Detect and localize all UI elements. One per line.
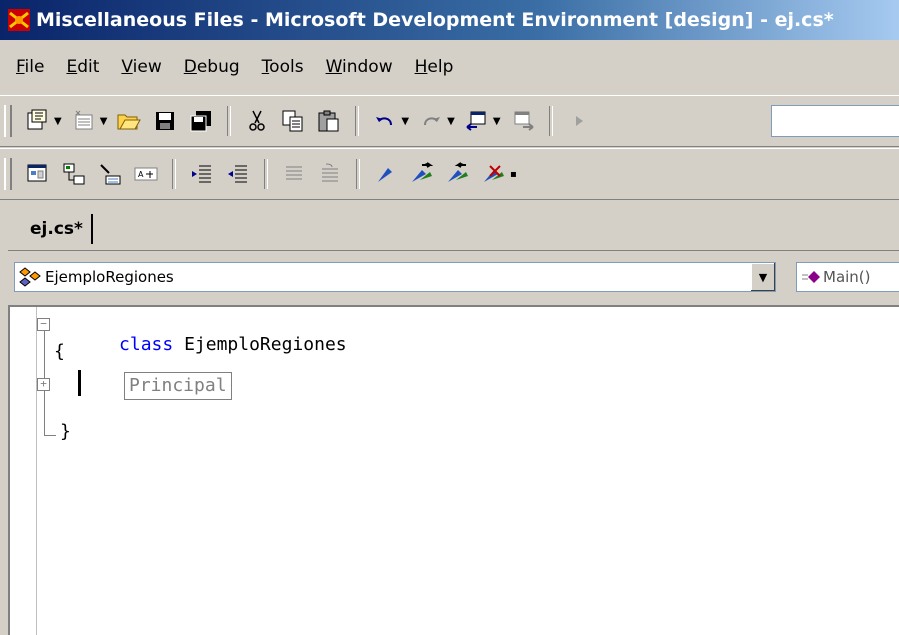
new-project-dropdown-icon[interactable]: ▼: [54, 116, 62, 127]
chevron-down-icon: ▼: [758, 270, 768, 284]
redo-icon[interactable]: [416, 106, 446, 136]
copy-icon[interactable]: [278, 106, 308, 136]
open-brace-line: {: [54, 341, 65, 362]
task-list-icon[interactable]: [95, 159, 125, 189]
indent-increase-icon[interactable]: [223, 159, 253, 189]
class-name: EjemploRegiones: [184, 334, 347, 355]
document-area: ej.cs* EjemploRegiones ▼ Main() − class …: [8, 202, 899, 635]
class-selector[interactable]: EjemploRegiones ▼: [14, 262, 776, 292]
class-view-icon[interactable]: [59, 159, 89, 189]
comment-icon[interactable]: [279, 159, 309, 189]
menu-debug[interactable]: Debug: [184, 57, 240, 77]
toolbar-overflow-icon[interactable]: ▪: [510, 169, 517, 180]
toolbar-grip[interactable]: [4, 105, 12, 137]
start-icon[interactable]: [564, 106, 594, 136]
save-icon[interactable]: [150, 106, 180, 136]
indent-decrease-icon[interactable]: [187, 159, 217, 189]
class-declaration-line: class EjemploRegiones: [54, 313, 347, 376]
tab-ej-cs[interactable]: ej.cs*: [22, 214, 93, 244]
expand-region-icon[interactable]: +: [37, 378, 50, 391]
toolbar-separator: [548, 106, 553, 136]
standard-toolbar: ▼ ▼ ▼ ▼ ▼: [0, 95, 899, 147]
navigation-bar: EjemploRegiones ▼ Main(): [8, 255, 899, 303]
code-editor[interactable]: − class EjemploRegiones { + Principal }: [8, 305, 899, 635]
menu-view[interactable]: View: [121, 57, 161, 77]
navigate-backward-dropdown-icon[interactable]: ▼: [493, 116, 501, 127]
undo-dropdown-icon[interactable]: ▼: [401, 116, 409, 127]
member-selector[interactable]: Main(): [796, 262, 899, 292]
title-bar: Miscellaneous Files - Microsoft Developm…: [0, 0, 899, 40]
navigate-backward-icon[interactable]: [462, 106, 492, 136]
toolbar-separator: [227, 106, 232, 136]
new-project-icon[interactable]: [23, 106, 53, 136]
menu-bar: File Edit View Debug Tools Window Help: [0, 40, 899, 93]
redo-dropdown-icon[interactable]: ▼: [447, 116, 455, 127]
text-caret: [78, 370, 81, 396]
toolbar-grip[interactable]: [4, 158, 12, 190]
cut-icon[interactable]: [242, 106, 272, 136]
menu-file[interactable]: File: [16, 57, 44, 77]
close-brace-line: }: [60, 421, 71, 442]
collapsed-region-principal[interactable]: Principal: [124, 372, 232, 400]
clear-bookmarks-icon[interactable]: [479, 159, 509, 189]
svg-text:A: A: [138, 170, 144, 179]
member-selector-value: Main(): [823, 268, 871, 286]
add-item-icon[interactable]: [69, 106, 99, 136]
toolbar-separator: [264, 159, 268, 189]
paste-icon[interactable]: [314, 106, 344, 136]
collapse-class-icon[interactable]: −: [37, 318, 50, 331]
menu-help[interactable]: Help: [415, 57, 454, 77]
toolbar-separator: [355, 106, 360, 136]
keyword-class: class: [119, 334, 174, 355]
navigate-forward-icon[interactable]: [508, 106, 538, 136]
save-all-icon[interactable]: [186, 106, 216, 136]
text-editor-toolbar: A ▪: [0, 148, 899, 200]
open-folder-icon[interactable]: [114, 106, 144, 136]
object-browser-icon[interactable]: [23, 159, 53, 189]
editor-margin: [36, 307, 37, 635]
app-icon: [8, 9, 30, 31]
add-item-dropdown-icon[interactable]: ▼: [100, 116, 108, 127]
word-wrap-icon[interactable]: A: [131, 159, 161, 189]
class-selector-dropdown-button[interactable]: ▼: [750, 263, 775, 291]
class-selector-value: EjemploRegiones: [45, 268, 174, 286]
uncomment-icon[interactable]: [315, 159, 345, 189]
class-icon: [19, 266, 43, 288]
menu-tools[interactable]: Tools: [262, 57, 304, 77]
window-title: Miscellaneous Files - Microsoft Developm…: [36, 9, 834, 31]
next-bookmark-icon[interactable]: [407, 159, 437, 189]
method-icon: [801, 270, 821, 284]
solution-config-input[interactable]: [771, 105, 899, 137]
previous-bookmark-icon[interactable]: [443, 159, 473, 189]
menu-edit[interactable]: Edit: [66, 57, 99, 77]
tab-strip: ej.cs*: [8, 202, 899, 251]
toolbar-separator: [172, 159, 176, 189]
toggle-bookmark-icon[interactable]: [371, 159, 401, 189]
undo-icon[interactable]: [370, 106, 400, 136]
outline-guide-end: [44, 435, 56, 436]
toolbar-separator: [356, 159, 360, 189]
menu-window[interactable]: Window: [326, 57, 393, 77]
